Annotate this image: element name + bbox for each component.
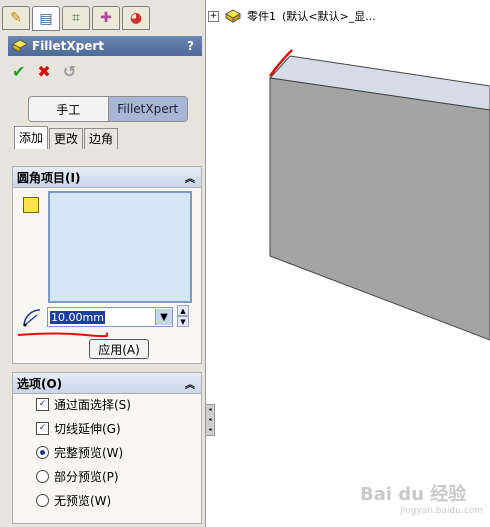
feature-tree-icon: ✎ bbox=[10, 10, 22, 26]
radius-spinner[interactable]: ▲ ▼ bbox=[177, 305, 189, 327]
tab-corner[interactable]: 边角 bbox=[84, 128, 119, 149]
help-button[interactable]: ? bbox=[187, 39, 194, 53]
part-name: 零件1 bbox=[247, 10, 276, 23]
options-title: 选项(O) bbox=[17, 376, 63, 391]
checkbox-checked-icon[interactable]: ✓ bbox=[36, 422, 49, 435]
radius-icon bbox=[23, 309, 41, 327]
selection-list-box[interactable] bbox=[48, 191, 192, 303]
radius-value[interactable]: 10.00mm bbox=[50, 310, 105, 324]
dimxpert-icon: ✚ bbox=[100, 10, 112, 26]
feature-tree-node[interactable]: + 零件1 (默认<默认>_显... bbox=[208, 8, 376, 24]
collapse-chevron-icon[interactable]: ︽ bbox=[185, 376, 195, 391]
property-icon: ▤ bbox=[39, 10, 53, 27]
pane-splitter-handle[interactable]: ◂ ◂ ◂ bbox=[205, 404, 215, 436]
radio-icon[interactable] bbox=[36, 470, 49, 483]
chevron-down-icon[interactable]: ▼ bbox=[155, 309, 172, 325]
option-tangent-propagation[interactable]: ✓ 切线延伸(G) bbox=[36, 420, 121, 437]
mode-toggle: 手工 FilletXpert bbox=[28, 96, 188, 122]
red-edge-annotation bbox=[268, 49, 293, 77]
cancel-x-icon[interactable]: ✖ bbox=[37, 62, 50, 81]
option-label: 无预览(W) bbox=[54, 494, 112, 508]
option-label: 切线延伸(G) bbox=[54, 422, 121, 436]
option-label: 完整预览(W) bbox=[54, 446, 124, 460]
part-configuration: (默认<默认>_显... bbox=[282, 10, 376, 23]
option-label: 通过面选择(S) bbox=[54, 398, 131, 412]
radio-icon[interactable] bbox=[36, 494, 49, 507]
panel-title-bar: FilletXpert ? bbox=[8, 36, 202, 56]
spin-up-icon[interactable]: ▲ bbox=[177, 305, 189, 316]
checkbox-checked-icon[interactable]: ✓ bbox=[36, 398, 49, 411]
feature-manager-tab[interactable]: ✎ bbox=[2, 6, 30, 30]
option-select-through-faces[interactable]: ✓ 通过面选择(S) bbox=[36, 396, 131, 413]
manager-tabs: ✎ ▤ ⌗ ✚ ◕ bbox=[2, 6, 152, 31]
option-label: 部分预览(P) bbox=[54, 470, 119, 484]
ok-checkmark-icon[interactable]: ✔ bbox=[12, 62, 25, 81]
fillet-items-header[interactable]: 圆角项目(I) ︽ bbox=[13, 167, 201, 188]
action-buttons: ✔ ✖ ↺ bbox=[12, 62, 76, 81]
configuration-icon: ⌗ bbox=[72, 10, 80, 26]
baidu-watermark: Bai du 经验 jingyan.baidu.com bbox=[360, 480, 483, 516]
edge-face-cube-icon bbox=[23, 197, 39, 213]
radius-combo[interactable]: 10.00mm ▼ bbox=[47, 307, 173, 327]
apply-button[interactable]: 应用(A) bbox=[89, 339, 149, 359]
watermark-text: Bai du 经验 bbox=[360, 484, 467, 505]
part-icon bbox=[225, 9, 241, 23]
option-full-preview[interactable]: 完整预览(W) bbox=[36, 444, 123, 461]
collapse-chevron-icon[interactable]: ︽ bbox=[185, 170, 195, 185]
expand-plus-icon[interactable]: + bbox=[208, 10, 219, 22]
undo-icon[interactable]: ↺ bbox=[63, 62, 76, 81]
property-manager-tab[interactable]: ▤ bbox=[32, 6, 60, 31]
tab-add[interactable]: 添加 bbox=[14, 126, 49, 149]
spin-down-icon[interactable]: ▼ bbox=[177, 316, 189, 327]
sub-tabs: 添加 更改 边角 bbox=[14, 126, 119, 149]
tab-change[interactable]: 更改 bbox=[49, 128, 84, 149]
option-no-preview[interactable]: 无预览(W) bbox=[36, 492, 111, 509]
configuration-manager-tab[interactable]: ⌗ bbox=[62, 6, 90, 30]
radio-selected-icon[interactable] bbox=[36, 446, 49, 459]
red-underline-annotation bbox=[17, 332, 108, 338]
display-manager-tab[interactable]: ◕ bbox=[122, 6, 150, 30]
dimxpert-manager-tab[interactable]: ✚ bbox=[92, 6, 120, 30]
manual-mode-button[interactable]: 手工 bbox=[29, 97, 109, 121]
watermark-url: jingyan.baidu.com bbox=[400, 506, 484, 516]
filletxpert-mode-button[interactable]: FilletXpert bbox=[108, 97, 187, 121]
model-front-face bbox=[269, 77, 490, 341]
filletxpert-icon bbox=[12, 39, 28, 53]
options-header[interactable]: 选项(O) ︽ bbox=[13, 373, 201, 394]
option-partial-preview[interactable]: 部分预览(P) bbox=[36, 468, 119, 485]
property-manager-pane: ✎ ▤ ⌗ ✚ ◕ FilletXpert ? ✔ ✖ ↺ 手工 FilletX… bbox=[0, 0, 206, 527]
model-top-face bbox=[268, 55, 490, 111]
display-pie-icon: ◕ bbox=[129, 10, 143, 26]
panel-title: FilletXpert bbox=[32, 39, 105, 53]
fillet-items-title: 圆角项目(I) bbox=[17, 170, 81, 185]
